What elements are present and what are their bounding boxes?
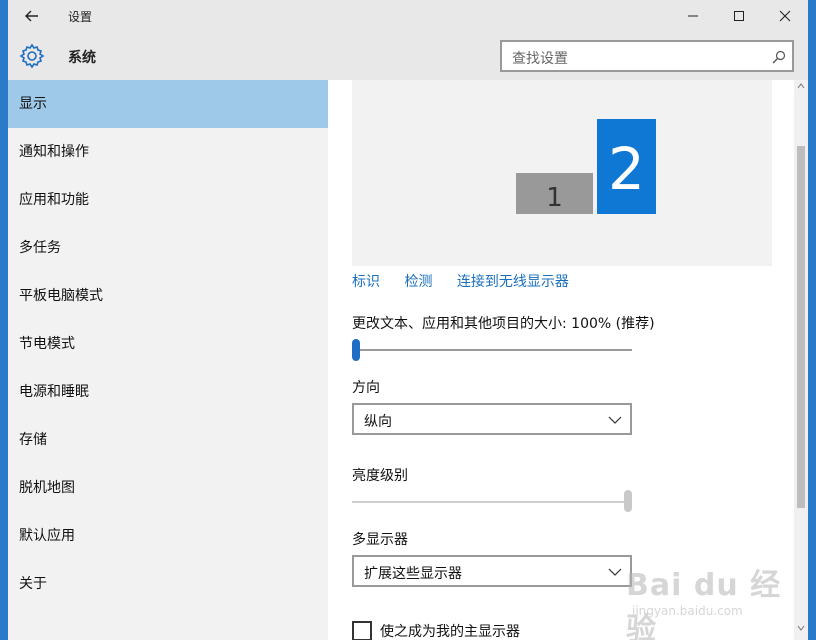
back-arrow-icon [25,10,38,22]
scroll-up-arrow-icon[interactable] [797,82,805,90]
multiple-displays-label: 多显示器 [352,532,408,548]
monitor-arrangement: 1 2 [352,80,772,266]
settings-window: 设置 系统 查找设置 显示 通知和操作 应用和功能 多任务 平板电脑模式 节电模… [8,0,808,640]
sidebar-item-label: 默认应用 [19,528,75,544]
main-display-checkbox-label: 使之成为我的主显示器 [380,624,520,640]
display-links: 标识 检测 连接到无线显示器 [352,271,589,291]
sidebar-item-label: 脱机地图 [19,480,75,496]
minimize-icon [688,15,698,17]
app-header: 系统 查找设置 [8,32,808,80]
chevron-down-icon [608,568,622,576]
baidu-watermark: Bai du 经验 jingyan.baidu.com [624,560,784,640]
back-button[interactable] [22,6,42,26]
connect-wireless-display-link[interactable]: 连接到无线显示器 [457,274,569,290]
title-bar: 设置 [8,0,808,32]
sidebar-item-label: 存储 [19,432,47,448]
sidebar-item-offline-maps[interactable]: 脱机地图 [8,464,328,512]
detect-link[interactable]: 检测 [404,274,432,290]
scrollbar[interactable] [794,80,808,640]
maximize-button[interactable] [716,0,762,32]
brightness-label: 亮度级别 [352,468,408,484]
sidebar-item-about[interactable]: 关于 [8,560,328,608]
sidebar-item-label: 多任务 [19,240,61,256]
sidebar-item-label: 应用和功能 [19,192,89,208]
sidebar-item-storage[interactable]: 存储 [8,416,328,464]
maximize-icon [734,11,744,21]
scale-slider-thumb[interactable] [352,339,360,361]
gear-icon [19,43,45,69]
page-title: 系统 [68,50,96,66]
window-title: 设置 [68,10,93,24]
sidebar-item-battery-saver[interactable]: 节电模式 [8,320,328,368]
watermark-url: jingyan.baidu.com [632,604,743,618]
minimize-button[interactable] [670,0,716,32]
sidebar-item-label: 关于 [19,576,47,592]
display-settings-panel: 1 2 标识 检测 连接到无线显示器 更改文本、应用和其他项目的大小: 100%… [328,80,808,640]
sidebar-item-multitasking[interactable]: 多任务 [8,224,328,272]
close-icon [779,10,791,22]
orientation-value: 纵向 [364,414,392,430]
sidebar-item-default-apps[interactable]: 默认应用 [8,512,328,560]
watermark-main-text: Bai du 经验 [626,568,782,640]
sidebar-item-label: 显示 [19,96,47,112]
sidebar-item-label: 节电模式 [19,336,75,352]
scale-label: 更改文本、应用和其他项目的大小: 100% (推荐) [352,316,655,332]
sidebar-item-label: 电源和睡眠 [19,384,89,400]
brightness-slider-track[interactable] [352,501,632,503]
monitor-1[interactable]: 1 [516,173,593,214]
chevron-down-icon [608,416,622,424]
sidebar-item-display[interactable]: 显示 [8,80,328,128]
scale-slider-track[interactable] [352,349,632,351]
search-icon[interactable] [772,50,786,64]
close-button[interactable] [762,0,808,32]
monitor-2[interactable]: 2 [597,119,656,214]
main-display-checkbox[interactable] [352,621,372,640]
identify-link[interactable]: 标识 [352,274,380,290]
multiple-displays-dropdown[interactable]: 扩展这些显示器 [352,555,632,587]
orientation-label: 方向 [352,380,380,396]
multiple-displays-value: 扩展这些显示器 [364,566,462,582]
sidebar-item-label: 通知和操作 [19,144,89,160]
sidebar-item-tablet-mode[interactable]: 平板电脑模式 [8,272,328,320]
scrollbar-thumb[interactable] [797,146,805,508]
brightness-slider-thumb[interactable] [624,490,632,512]
sidebar-item-power-sleep[interactable]: 电源和睡眠 [8,368,328,416]
sidebar-nav: 显示 通知和操作 应用和功能 多任务 平板电脑模式 节电模式 电源和睡眠 存储 … [8,80,328,640]
sidebar-item-notifications[interactable]: 通知和操作 [8,128,328,176]
scroll-down-arrow-icon[interactable] [797,624,805,632]
sidebar-item-label: 平板电脑模式 [19,288,103,304]
orientation-dropdown[interactable]: 纵向 [352,403,632,435]
search-input[interactable]: 查找设置 [500,40,794,72]
sidebar-item-apps[interactable]: 应用和功能 [8,176,328,224]
search-placeholder: 查找设置 [512,51,568,67]
